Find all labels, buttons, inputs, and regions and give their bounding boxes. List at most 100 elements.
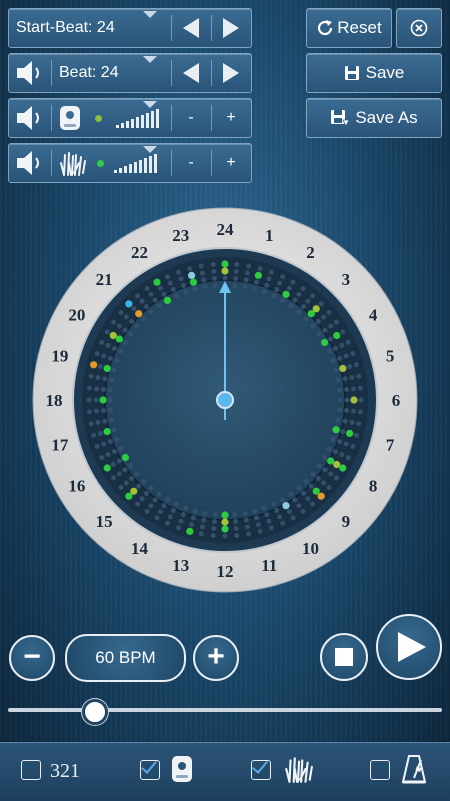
- bpm-minus-button[interactable]: −: [9, 635, 55, 681]
- track1-minus-button[interactable]: -: [171, 99, 211, 137]
- beat-number: 19: [51, 347, 68, 366]
- close-button[interactable]: [396, 8, 442, 48]
- beat-dot: [163, 296, 172, 305]
- beat-dot: [103, 364, 111, 373]
- beat-dot: [173, 501, 179, 507]
- beat-dot: [254, 515, 260, 521]
- beat-dot: [300, 286, 306, 292]
- beat-dot: [136, 483, 142, 489]
- beat-dot: [303, 316, 309, 322]
- beat-dot: [134, 471, 140, 477]
- beat-dot: [252, 286, 258, 292]
- beat-dot: [221, 518, 229, 526]
- beat-number: 22: [131, 243, 148, 262]
- beat-speaker-button[interactable]: [9, 54, 51, 92]
- save-as-icon: [331, 110, 350, 127]
- beat-dot: [103, 464, 111, 472]
- beat-dot: [170, 508, 176, 514]
- beat-dot: [349, 420, 355, 426]
- track1-speaker-button[interactable]: [9, 99, 51, 137]
- beat-dot: [233, 526, 239, 532]
- save-button[interactable]: Save: [306, 53, 442, 93]
- beat-dot: [107, 439, 113, 445]
- beat-dot: [102, 376, 108, 382]
- beat-dot: [99, 339, 105, 345]
- save-label: Save: [365, 63, 405, 82]
- beat-dot: [344, 397, 350, 403]
- start-beat-next-button[interactable]: [211, 9, 251, 47]
- start-beat-prev-button[interactable]: [171, 9, 211, 47]
- beat-dot: [123, 480, 129, 486]
- beat-dot: [271, 293, 277, 299]
- beat-dot: [111, 427, 117, 433]
- beat-dot: [93, 408, 99, 414]
- beat-dot: [346, 429, 354, 437]
- clap-checkbox[interactable]: [251, 760, 271, 780]
- beat-dot: [212, 282, 218, 288]
- dial-center-knob[interactable]: [216, 391, 234, 409]
- beat-dot: [129, 476, 135, 482]
- beat-dot: [268, 269, 274, 275]
- beat-dot: [88, 421, 94, 427]
- beat-dot: [105, 342, 111, 348]
- beat-dot: [134, 323, 140, 329]
- beat-number: 21: [96, 270, 113, 289]
- beat-dot: [221, 511, 229, 519]
- dropdown-corner-icon: [143, 56, 157, 63]
- clap-hands-icon: [60, 152, 86, 176]
- beat-dot: [210, 532, 216, 538]
- beat-dot: [271, 501, 277, 507]
- bpm-display[interactable]: 60 BPM: [65, 634, 186, 682]
- woodblock-checkbox[interactable]: [140, 760, 160, 780]
- beat-dot: [243, 517, 249, 523]
- save-as-button[interactable]: Save As: [306, 98, 442, 138]
- beat-dot: [246, 531, 252, 537]
- play-button[interactable]: [376, 614, 442, 680]
- triangle-right-icon: [223, 18, 239, 38]
- beat-dot: [109, 377, 115, 383]
- tempo-slider-track[interactable]: [8, 708, 442, 712]
- beat-dot: [104, 329, 110, 335]
- reset-button[interactable]: Reset: [306, 8, 392, 48]
- beat-dial[interactable]: 24 1234567891011121314151617181920212223: [0, 175, 450, 625]
- beat-number: 23: [172, 226, 189, 245]
- beat-dot: [326, 485, 332, 491]
- count-in-checkbox[interactable]: [21, 760, 41, 780]
- beat-dot: [328, 336, 334, 342]
- track1-plus-button[interactable]: +: [211, 99, 251, 137]
- pendulum-checkbox[interactable]: [370, 760, 390, 780]
- beat-dot: [211, 519, 217, 525]
- plus-label: +: [226, 109, 236, 126]
- tempo-slider-handle[interactable]: [81, 699, 108, 725]
- beat-next-button[interactable]: [211, 54, 251, 92]
- beat-dot: [322, 467, 328, 473]
- beat-dot: [282, 290, 290, 298]
- beat-dot: [154, 515, 160, 521]
- beat-dot: [326, 309, 332, 315]
- beat-dot: [198, 263, 204, 269]
- beat-dot: [148, 291, 154, 297]
- beat-dot: [158, 509, 163, 515]
- beat-dot: [107, 397, 113, 403]
- beat-dot: [337, 439, 343, 445]
- beat-selector[interactable]: Beat: 24: [51, 54, 179, 92]
- beat-dot: [356, 373, 362, 379]
- beat-dot: [122, 467, 128, 473]
- speaker-icon: [17, 61, 39, 85]
- beat-dot: [315, 476, 321, 482]
- beat-dot: [131, 306, 137, 312]
- beat-number: 10: [302, 539, 319, 558]
- beat-dot: [234, 532, 240, 538]
- bpm-plus-button[interactable]: +: [193, 635, 239, 681]
- beat-dot: [144, 508, 150, 514]
- beat-dot: [158, 285, 163, 291]
- beat-dot: [252, 508, 258, 514]
- beat-dot: [221, 260, 229, 268]
- beat-dot: [333, 345, 339, 351]
- stop-button[interactable]: [320, 633, 368, 681]
- beat-dot: [183, 505, 189, 511]
- minus-label: -: [188, 154, 194, 171]
- track1-sound-selector[interactable]: [51, 99, 179, 137]
- beat-prev-button[interactable]: [171, 54, 211, 92]
- beat-dot: [242, 510, 248, 516]
